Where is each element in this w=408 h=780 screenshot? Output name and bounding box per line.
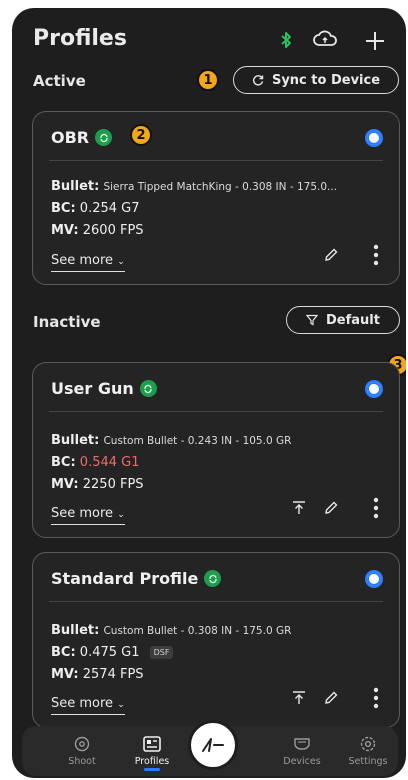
nav-shoot[interactable]: Shoot [52, 734, 112, 767]
profile-name-row: OBR [51, 128, 113, 147]
card-divider [49, 601, 383, 602]
add-profile-button[interactable] [362, 28, 388, 54]
page-title: Profiles [33, 26, 127, 51]
nav-shoot-label: Shoot [68, 756, 96, 767]
profile-name: OBR [51, 128, 90, 147]
profile-card-icon [122, 734, 182, 754]
bc-row: BC: 0.254 G7 [51, 201, 140, 216]
edit-icon[interactable] [320, 244, 342, 266]
more-options-icon[interactable] [369, 495, 383, 521]
sort-default-button[interactable]: Default [286, 306, 400, 334]
callout-marker-2: 2 [130, 124, 152, 146]
profile-select-radio[interactable] [365, 129, 383, 147]
card-divider [49, 160, 383, 161]
cloud-sync-icon[interactable] [312, 28, 338, 50]
mv-row: MV: 2600 FPS [51, 223, 144, 238]
filter-icon [306, 314, 319, 326]
header: Profiles [12, 8, 406, 68]
plus-icon [366, 32, 384, 50]
inactive-section-label: Inactive [33, 313, 101, 331]
mv-row: MV: 2250 FPS [51, 477, 144, 492]
nav-devices[interactable]: Devices [272, 734, 332, 767]
profile-name-row: Standard Profile [51, 569, 222, 588]
bullet-row: Bullet: Custom Bullet - 0.308 IN - 175.0… [51, 623, 292, 638]
crosshair-icon [52, 734, 112, 754]
ballistic-logo-icon [202, 738, 224, 752]
see-more-link[interactable]: See more ⌄ [51, 696, 125, 715]
mv-row: MV: 2574 FPS [51, 667, 144, 682]
active-tab-indicator [144, 768, 160, 771]
nav-profiles-label: Profiles [134, 756, 170, 767]
see-more-link[interactable]: See more ⌄ [51, 253, 125, 272]
bluetooth-icon[interactable] [278, 30, 294, 50]
card-divider [49, 411, 383, 412]
edit-icon[interactable] [320, 687, 342, 709]
profile-name-row: User Gun [51, 379, 157, 398]
sync-to-device-label: Sync to Device [271, 72, 381, 88]
bullet-row: Bullet: Sierra Tipped MatchKing - 0.308 … [51, 179, 338, 194]
profile-select-radio[interactable] [365, 570, 383, 588]
profile-name: User Gun [51, 379, 134, 398]
edit-icon[interactable] [320, 497, 342, 519]
refresh-icon [252, 75, 264, 86]
sync-to-device-button[interactable]: Sync to Device [233, 66, 399, 94]
device-icon [272, 734, 332, 754]
callout-marker-1: 1 [197, 69, 219, 91]
profile-card-standard[interactable]: Standard Profile Bullet: Custom Bullet -… [32, 552, 400, 728]
bc-row: BC: 0.475 G1 DSF [51, 645, 174, 660]
bullet-row: Bullet: Custom Bullet - 0.243 IN - 105.0… [51, 433, 292, 448]
synced-icon [204, 570, 222, 587]
nav-settings-label: Settings [348, 756, 388, 767]
more-options-icon[interactable] [369, 242, 383, 268]
profile-card-obr[interactable]: OBR 2 Bullet: Sierra Tipped MatchKing - … [32, 111, 400, 285]
synced-icon [139, 380, 157, 397]
synced-icon [95, 129, 113, 146]
nav-settings[interactable]: Settings [338, 734, 398, 767]
sort-default-label: Default [326, 312, 380, 328]
dsf-badge: DSF [149, 646, 174, 659]
center-action-button[interactable] [188, 720, 238, 770]
nav-profiles[interactable]: Profiles [122, 734, 182, 771]
move-to-top-icon[interactable] [288, 497, 310, 519]
profile-name: Standard Profile [51, 569, 199, 588]
more-options-icon[interactable] [369, 685, 383, 711]
nav-devices-label: Devices [283, 756, 321, 767]
profile-select-radio[interactable] [365, 380, 383, 398]
gear-icon [338, 734, 398, 754]
move-to-top-icon[interactable] [288, 687, 310, 709]
app-screen: Profiles Active 1 Sync to Device OBR 2 B… [12, 8, 406, 778]
bc-row: BC: 0.544 G1 [51, 455, 140, 470]
profile-card-user-gun[interactable]: User Gun Bullet: Custom Bullet - 0.243 I… [32, 362, 400, 538]
active-section-label: Active [33, 72, 86, 90]
see-more-link[interactable]: See more ⌄ [51, 506, 125, 525]
